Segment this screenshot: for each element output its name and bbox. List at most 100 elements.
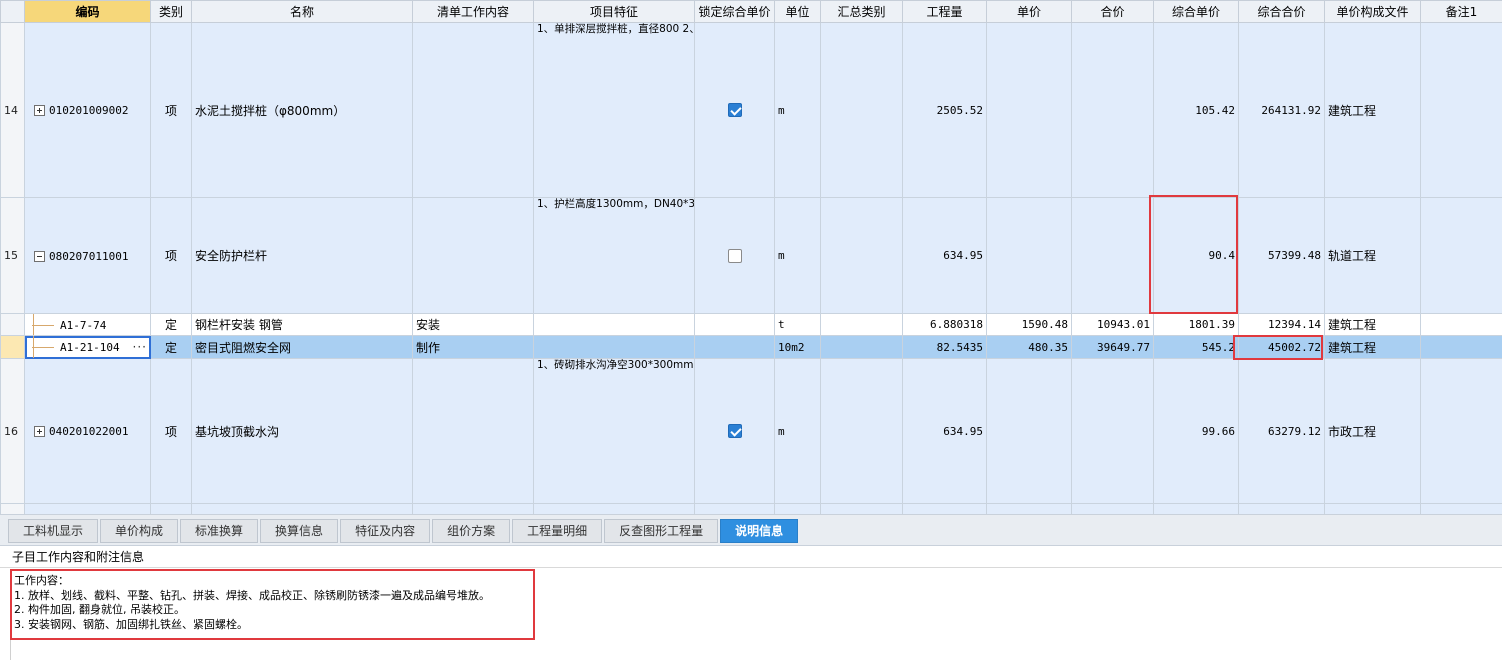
row-number[interactable]: 16 — [0, 358, 25, 504]
name-cell[interactable]: 密目式阻燃安全网 — [191, 335, 413, 359]
code-cell[interactable]: 010201009002 — [24, 22, 151, 198]
qty-cell[interactable] — [902, 503, 987, 514]
lock-checkbox[interactable] — [727, 248, 742, 263]
comp-total-cell[interactable]: 45002.72 — [1238, 335, 1325, 359]
table-row[interactable]: 15 080207011001 项 安全防护栏杆 1、护栏高度1300mm，DN… — [0, 197, 1502, 314]
col-header-file[interactable]: 单价构成文件 — [1324, 0, 1421, 23]
type-cell[interactable]: 项 — [150, 358, 192, 504]
price-cell[interactable] — [986, 503, 1072, 514]
row-number[interactable]: 14 — [0, 22, 25, 198]
col-header-code[interactable]: 编码 — [24, 0, 151, 23]
code-cell[interactable]: A1-7-74 — [24, 313, 151, 336]
name-cell[interactable]: 水泥土搅拌桩（φ800mm） — [191, 22, 413, 198]
lock-cell[interactable] — [694, 197, 775, 314]
row-number[interactable] — [0, 503, 25, 514]
file-cell[interactable] — [1324, 503, 1421, 514]
feature-cell[interactable] — [533, 503, 695, 514]
qty-cell[interactable]: 634.95 — [902, 358, 987, 504]
work-cell[interactable] — [412, 503, 534, 514]
total-cell[interactable]: 10943.01 — [1071, 313, 1154, 336]
summary-cell[interactable] — [820, 335, 903, 359]
note-cell[interactable] — [1420, 335, 1502, 359]
lock-checkbox[interactable] — [727, 424, 742, 439]
work-cell[interactable] — [412, 358, 534, 504]
comp-total-cell[interactable]: 264131.92 — [1238, 22, 1325, 198]
code-cell[interactable] — [24, 503, 151, 514]
name-cell[interactable]: 钢栏杆安装 钢管 — [191, 313, 413, 336]
comp-total-cell[interactable] — [1238, 503, 1325, 514]
corner-cell[interactable] — [0, 0, 25, 23]
col-header-note[interactable]: 备注1 — [1420, 0, 1502, 23]
table-row[interactable]: 14 010201009002 项 水泥土搅拌桩（φ800mm） 1、单排深层搅… — [0, 22, 1502, 198]
bill-grid[interactable]: 编码 类别 名称 清单工作内容 项目特征 锁定综合单价 单位 汇总类别 工程量 … — [0, 0, 1502, 514]
feature-cell[interactable] — [533, 313, 695, 336]
unit-cell[interactable]: t — [774, 313, 821, 336]
file-cell[interactable]: 轨道工程 — [1324, 197, 1421, 314]
price-cell[interactable] — [986, 197, 1072, 314]
qty-cell[interactable]: 2505.52 — [902, 22, 987, 198]
price-cell[interactable]: 480.35 — [986, 335, 1072, 359]
col-header-work[interactable]: 清单工作内容 — [412, 0, 534, 23]
lock-cell[interactable] — [694, 22, 775, 198]
code-cell[interactable]: 080207011001 — [24, 197, 151, 314]
comp-price-cell[interactable]: 99.66 — [1153, 358, 1239, 504]
row-number[interactable] — [0, 313, 25, 336]
comp-total-cell[interactable]: 57399.48 — [1238, 197, 1325, 314]
price-cell[interactable] — [986, 358, 1072, 504]
code-cell[interactable]: A1-21-104 ··· — [24, 335, 151, 359]
work-cell[interactable] — [412, 197, 534, 314]
total-cell[interactable] — [1071, 22, 1154, 198]
comp-price-cell[interactable]: 90.4 — [1153, 197, 1239, 314]
tab-feature-content[interactable]: 特征及内容 — [340, 519, 431, 543]
note-cell[interactable] — [1420, 22, 1502, 198]
col-header-type[interactable]: 类别 — [150, 0, 192, 23]
table-row-selected[interactable]: A1-21-104 ··· 定 密目式阻燃安全网 制作 10m2 82.5435 … — [0, 335, 1502, 359]
expand-icon[interactable] — [34, 426, 45, 437]
work-cell[interactable]: 安装 — [412, 313, 534, 336]
price-cell[interactable] — [986, 22, 1072, 198]
col-header-qty[interactable]: 工程量 — [902, 0, 987, 23]
tab-labor-material[interactable]: 工料机显示 — [8, 519, 99, 543]
feature-cell[interactable]: 1、护栏高度1300mm，DN40*3.5Q235A钢管制作； 2、钢管打入土体… — [533, 197, 695, 314]
lock-cell[interactable] — [694, 335, 775, 359]
col-header-lock[interactable]: 锁定综合单价 — [694, 0, 775, 23]
unit-cell[interactable]: m — [774, 358, 821, 504]
work-cell[interactable]: 制作 — [412, 335, 534, 359]
table-row[interactable]: 16 040201022001 项 基坑坡顶截水沟 1、砖砌排水沟净空300*3… — [0, 358, 1502, 504]
type-cell[interactable]: 定 — [150, 335, 192, 359]
tab-pricing-scheme[interactable]: 组价方案 — [432, 519, 511, 543]
table-row[interactable]: A1-7-74 定 钢栏杆安装 钢管 安装 t 6.880318 1590.48… — [0, 313, 1502, 336]
feature-cell[interactable]: 1、砖砌排水沟净空300*300mm 2、80mm厚C15素砼垫层浇捣，含模板；… — [533, 358, 695, 504]
comp-price-cell[interactable] — [1153, 503, 1239, 514]
file-cell[interactable]: 建筑工程 — [1324, 335, 1421, 359]
col-header-total[interactable]: 合价 — [1071, 0, 1154, 23]
work-cell[interactable] — [412, 22, 534, 198]
feature-cell[interactable] — [533, 335, 695, 359]
collapse-icon[interactable] — [34, 250, 45, 262]
total-cell[interactable] — [1071, 358, 1154, 504]
comp-total-cell[interactable]: 12394.14 — [1238, 313, 1325, 336]
type-cell[interactable]: 定 — [150, 313, 192, 336]
col-header-feature[interactable]: 项目特征 — [533, 0, 695, 23]
unit-cell[interactable]: 10m2 — [774, 335, 821, 359]
type-cell[interactable]: 项 — [150, 22, 192, 198]
tab-standard-conversion[interactable]: 标准换算 — [180, 519, 259, 543]
qty-cell[interactable]: 6.880318 — [902, 313, 987, 336]
type-cell[interactable] — [150, 503, 192, 514]
type-cell[interactable]: 项 — [150, 197, 192, 314]
summary-cell[interactable] — [820, 22, 903, 198]
feature-cell[interactable]: 1、单排深层搅拌桩，直径800 2、水泥浆制作、运输（P.O 42.5R普通硅酸… — [533, 22, 695, 198]
summary-cell[interactable] — [820, 358, 903, 504]
unit-cell[interactable]: m — [774, 197, 821, 314]
tab-graphic-quantity[interactable]: 反查图形工程量 — [604, 519, 719, 543]
qty-cell[interactable]: 82.5435 — [902, 335, 987, 359]
name-cell[interactable]: 安全防护栏杆 — [191, 197, 413, 314]
col-header-name[interactable]: 名称 — [191, 0, 413, 23]
name-cell[interactable] — [191, 503, 413, 514]
col-header-comp-price[interactable]: 综合单价 — [1153, 0, 1239, 23]
tab-unit-composition[interactable]: 单价构成 — [100, 519, 179, 543]
row-number[interactable] — [0, 335, 25, 359]
lock-checkbox[interactable] — [727, 103, 742, 118]
code-cell[interactable]: 040201022001 — [24, 358, 151, 504]
lock-cell[interactable] — [694, 313, 775, 336]
